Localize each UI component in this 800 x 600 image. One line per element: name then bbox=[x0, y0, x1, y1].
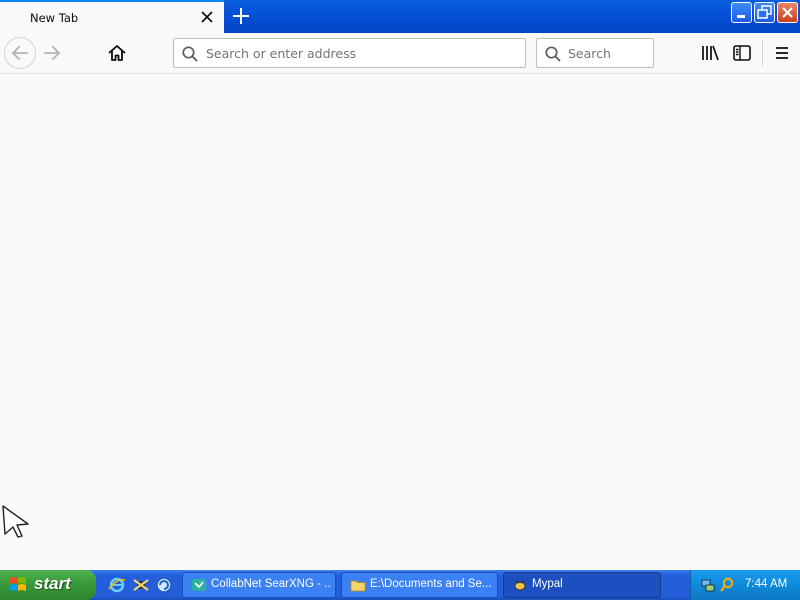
browser-icon[interactable] bbox=[155, 576, 173, 594]
screen: New Tab Search or enter address Search s… bbox=[0, 0, 800, 600]
search-icon bbox=[182, 46, 198, 62]
windows-logo-icon bbox=[10, 577, 26, 591]
close-window-icon bbox=[782, 7, 793, 18]
taskbar: start CollabNet SearXNG - ... E:\Documen… bbox=[0, 570, 800, 600]
taskbar-button-explorer[interactable]: E:\Documents and Se... bbox=[341, 572, 498, 598]
taskbar-button-mypal[interactable]: Mypal bbox=[503, 572, 661, 598]
task-label: CollabNet SearXNG - ... bbox=[211, 578, 331, 590]
start-label: start bbox=[34, 574, 71, 593]
sidebar-icon[interactable] bbox=[730, 41, 754, 65]
nav-toolbar bbox=[0, 33, 800, 74]
system-tray: 7:44 AM bbox=[690, 570, 800, 600]
clock[interactable]: 7:44 AM bbox=[745, 578, 787, 590]
task-label: Mypal bbox=[532, 578, 563, 590]
tab-new-tab[interactable]: New Tab bbox=[0, 0, 224, 33]
url-bar[interactable] bbox=[173, 38, 526, 68]
folder-icon bbox=[350, 580, 366, 592]
task-label: E:\Documents and Se... bbox=[370, 578, 492, 590]
network-icon[interactable] bbox=[700, 577, 716, 593]
page-content[interactable] bbox=[0, 74, 800, 570]
internet-explorer-icon[interactable] bbox=[108, 576, 126, 594]
title-bar: New Tab bbox=[0, 0, 800, 33]
search-icon bbox=[545, 46, 561, 62]
mypal-icon bbox=[514, 580, 526, 591]
restore-icon bbox=[757, 5, 772, 19]
back-arrow-icon bbox=[12, 46, 28, 60]
minimize-icon bbox=[737, 15, 745, 18]
search-input[interactable] bbox=[568, 39, 652, 67]
mouse-cursor-icon bbox=[2, 505, 29, 538]
library-icon[interactable] bbox=[698, 41, 722, 65]
start-button[interactable]: start bbox=[0, 570, 96, 600]
hamburger-menu-icon[interactable] bbox=[770, 41, 794, 65]
media-icon[interactable] bbox=[132, 576, 150, 594]
close-window-button[interactable] bbox=[777, 2, 798, 23]
minimize-button[interactable] bbox=[731, 2, 752, 23]
address-input[interactable] bbox=[206, 39, 520, 67]
taskbar-button-collabnet[interactable]: CollabNet SearXNG - ... bbox=[182, 572, 336, 598]
search-bar[interactable] bbox=[536, 38, 654, 68]
toolbar-separator bbox=[762, 40, 763, 66]
home-icon[interactable] bbox=[105, 41, 129, 65]
tab-title: New Tab bbox=[30, 11, 79, 25]
close-icon[interactable] bbox=[198, 8, 216, 26]
app-icon bbox=[192, 579, 206, 591]
new-tab-button[interactable] bbox=[230, 5, 252, 27]
restore-button[interactable] bbox=[754, 2, 775, 23]
back-button[interactable] bbox=[4, 37, 36, 69]
forward-arrow-icon[interactable] bbox=[40, 41, 64, 65]
search-tray-icon[interactable] bbox=[719, 577, 735, 593]
